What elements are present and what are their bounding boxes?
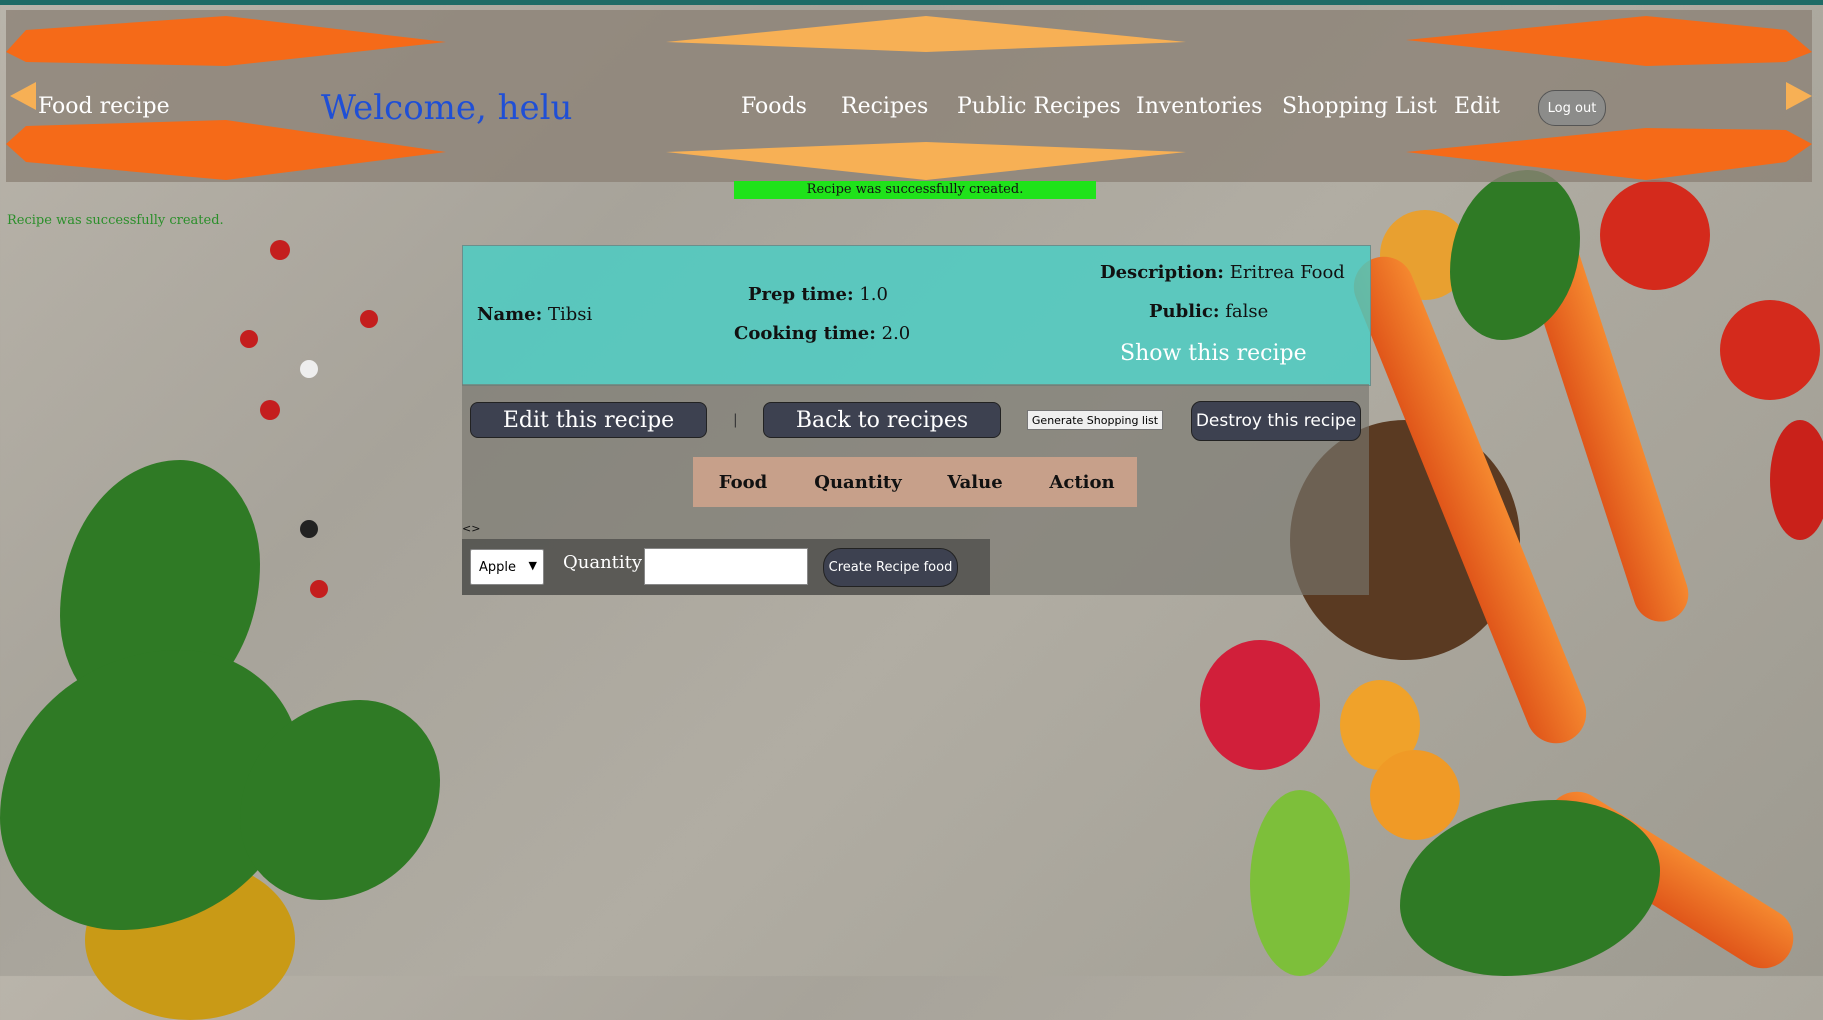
show-recipe-link[interactable]: Show this recipe: [1120, 341, 1307, 366]
add-recipe-food-form: Apple ▼ Quantity Create Recipe food: [462, 539, 990, 595]
recipe-details-card: Name: Tibsi Prep time: 1.0 Cooking time:…: [462, 245, 1371, 386]
nav-link-inventories[interactable]: Inventories: [1136, 94, 1262, 119]
navbar: Food recipe Welcome, helu Foods Recipes …: [6, 10, 1812, 182]
prep-value: 1.0: [859, 284, 888, 305]
nav-link-recipes[interactable]: Recipes: [841, 94, 928, 119]
name-value: Tibsi: [548, 304, 593, 325]
back-to-recipes-button[interactable]: Back to recipes: [763, 402, 1001, 438]
column-header-quantity: Quantity: [814, 471, 902, 493]
recipe-description: Description: Eritrea Food: [1100, 262, 1345, 283]
desc-value: Eritrea Food: [1229, 262, 1345, 283]
prep-label: Prep time:: [748, 284, 854, 305]
recipe-foods-table-header: Food Quantity Value Action: [693, 457, 1137, 507]
welcome-heading: Welcome, helu: [321, 88, 573, 128]
logout-button[interactable]: Log out: [1538, 90, 1606, 126]
column-header-value: Value: [947, 471, 1003, 493]
brand-link[interactable]: Food recipe: [38, 94, 170, 119]
recipe-cooking-time: Cooking time: 2.0: [734, 323, 910, 344]
name-label: Name:: [477, 304, 543, 325]
nav-link-foods[interactable]: Foods: [741, 94, 807, 119]
desc-label: Description:: [1100, 262, 1224, 283]
nav-link-public-recipes[interactable]: Public Recipes: [957, 94, 1121, 119]
flash-notice-text: Recipe was successfully created.: [7, 213, 224, 228]
column-header-action: Action: [1049, 471, 1115, 493]
food-select-value: Apple: [479, 559, 517, 575]
quantity-label: Quantity: [563, 552, 643, 573]
destroy-recipe-button[interactable]: Destroy this recipe: [1191, 401, 1361, 441]
generate-shopping-list-button[interactable]: Generate Shopping list: [1027, 410, 1163, 430]
angle-brackets-text: <>: [462, 522, 481, 535]
column-header-food: Food: [718, 471, 768, 493]
food-select[interactable]: Apple ▼: [470, 549, 544, 585]
public-value: false: [1225, 301, 1269, 322]
edit-recipe-button[interactable]: Edit this recipe: [470, 402, 707, 438]
top-accent-line: [0, 0, 1823, 5]
chevron-down-icon: ▼: [528, 559, 537, 572]
create-recipe-food-button[interactable]: Create Recipe food: [823, 548, 958, 587]
recipe-name: Name: Tibsi: [477, 304, 592, 325]
nav-link-edit[interactable]: Edit: [1454, 94, 1500, 119]
quantity-input[interactable]: [644, 548, 808, 585]
public-label: Public:: [1149, 301, 1220, 322]
cook-label: Cooking time:: [734, 323, 876, 344]
nav-link-shopping-list[interactable]: Shopping List: [1282, 94, 1437, 119]
flash-notice-bar: Recipe was successfully created.: [734, 181, 1096, 199]
action-separator: |: [733, 412, 738, 428]
cook-value: 2.0: [881, 323, 911, 344]
recipe-prep-time: Prep time: 1.0: [748, 284, 888, 305]
recipe-public: Public: false: [1149, 301, 1268, 322]
